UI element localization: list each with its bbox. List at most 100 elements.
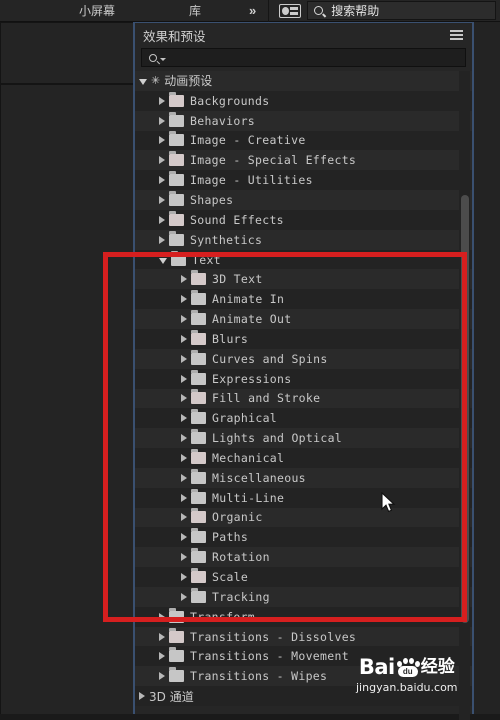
folder-icon <box>169 190 184 206</box>
folder-icon <box>169 667 184 683</box>
tree-row[interactable]: Graphical <box>135 408 472 429</box>
help-search-value: 搜索帮助 <box>331 4 380 18</box>
tree-row-label: Transitions - Wipes <box>190 669 328 684</box>
paw-icon: du <box>396 658 420 677</box>
mouse-cursor-icon <box>381 491 397 519</box>
watermark-logo: Bai du 经验 <box>356 657 458 678</box>
tree-row[interactable]: Multi-Line <box>135 487 472 508</box>
presets-tree[interactable]: ✳ 动画预设 Backgrounds Behaviors Image - Creativ… <box>135 71 472 720</box>
disclosure-triangle-closed-icon[interactable] <box>181 394 187 403</box>
workspace-small-screen-button[interactable]: 小屏幕 <box>72 0 122 22</box>
tree-row[interactable]: Transitions - Dissolves <box>135 626 472 647</box>
disclosure-triangle-closed-icon[interactable] <box>159 612 165 621</box>
tree-row[interactable]: Animate Out <box>135 309 472 329</box>
tree-row[interactable]: Animate In <box>135 289 472 310</box>
tree-row[interactable]: Organic <box>135 507 472 528</box>
disclosure-triangle-closed-icon[interactable] <box>181 573 187 582</box>
chevron-down-icon[interactable] <box>160 58 166 61</box>
folder-icon <box>191 508 206 524</box>
tree-row[interactable]: Fill and Stroke <box>135 388 472 409</box>
tree-row[interactable]: Image - Special Effects <box>135 150 472 171</box>
search-icon <box>147 51 159 64</box>
folder-icon <box>191 468 206 484</box>
disclosure-triangle-closed-icon[interactable] <box>181 473 187 482</box>
tree-row[interactable]: Paths <box>135 527 472 548</box>
tree-row-label: 3D 通道 <box>149 689 194 704</box>
tree-row[interactable]: Mechanical <box>135 448 472 468</box>
tree-row[interactable]: Blurs <box>135 328 472 349</box>
disclosure-triangle-closed-icon[interactable] <box>159 672 165 681</box>
disclosure-triangle-closed-icon[interactable] <box>159 195 165 204</box>
tree-row[interactable]: Tracking <box>135 586 472 607</box>
disclosure-triangle-closed-icon[interactable] <box>181 453 187 462</box>
disclosure-triangle-closed-icon[interactable] <box>159 652 165 661</box>
disclosure-triangle-closed-icon[interactable] <box>181 553 187 562</box>
vertical-scrollbar-track[interactable] <box>459 71 470 720</box>
workspace-switcher-icon[interactable] <box>279 3 302 18</box>
vertical-scrollbar-thumb[interactable] <box>461 195 469 623</box>
disclosure-triangle-closed-icon[interactable] <box>159 235 165 244</box>
tree-row[interactable]: 3D Text <box>135 269 472 290</box>
disclosure-triangle-closed-icon[interactable] <box>159 116 165 125</box>
tree-row[interactable]: Synthetics <box>135 229 472 250</box>
watermark-du-text: du <box>397 666 418 677</box>
tree-row[interactable]: Text <box>135 249 472 270</box>
tree-row-label: Organic <box>212 510 263 525</box>
tree-row-label: Tracking <box>212 589 270 604</box>
tree-row[interactable]: Image - Creative <box>135 130 472 151</box>
disclosure-triangle-closed-icon[interactable] <box>159 96 165 105</box>
disclosure-triangle-open-icon[interactable] <box>159 257 167 264</box>
bottom-edge-strip <box>0 714 500 720</box>
tree-row-label: Graphical <box>212 411 278 426</box>
top-toolbar: 小屏幕 库 » 搜索帮助 <box>0 0 500 22</box>
disclosure-triangle-closed-icon[interactable] <box>181 334 187 343</box>
presets-search-input[interactable] <box>141 48 466 67</box>
disclosure-triangle-closed-icon[interactable] <box>159 136 165 145</box>
tree-row[interactable]: Expressions <box>135 368 472 389</box>
disclosure-triangle-closed-icon[interactable] <box>181 414 187 423</box>
tree-row[interactable]: Behaviors <box>135 110 472 131</box>
tree-row[interactable]: Miscellaneous <box>135 467 472 488</box>
tree-row[interactable]: Transform <box>135 606 472 627</box>
disclosure-triangle-closed-icon[interactable] <box>181 533 187 542</box>
disclosure-triangle-closed-icon[interactable] <box>159 176 165 185</box>
tree-row[interactable]: Shapes <box>135 190 472 210</box>
tree-row-label: Transitions - Dissolves <box>190 629 357 644</box>
disclosure-triangle-closed-icon[interactable] <box>159 156 165 165</box>
tree-row[interactable]: Lights and Optical <box>135 428 472 449</box>
tree-row-label: Scale <box>212 570 249 585</box>
folder-icon <box>191 448 206 464</box>
watermark-brand-text: Bai <box>358 655 395 679</box>
tree-row[interactable]: Image - Utilities <box>135 170 472 191</box>
hamburger-menu-icon[interactable] <box>450 30 463 40</box>
tree-row[interactable]: Scale <box>135 567 472 587</box>
help-search-input[interactable]: 搜索帮助 <box>307 1 496 20</box>
tree-row[interactable]: Backgrounds <box>135 90 472 111</box>
disclosure-triangle-closed-icon[interactable] <box>159 215 165 224</box>
disclosure-triangle-closed-icon[interactable] <box>181 295 187 304</box>
disclosure-triangle-closed-icon[interactable] <box>181 513 187 522</box>
disclosure-triangle-closed-icon[interactable] <box>181 434 187 443</box>
folder-icon <box>191 329 206 345</box>
more-workspaces-chevron-icon[interactable]: » <box>242 0 262 22</box>
disclosure-triangle-closed-icon[interactable] <box>181 275 187 284</box>
tree-row[interactable]: Rotation <box>135 547 472 568</box>
disclosure-triangle-closed-icon[interactable] <box>181 315 187 324</box>
disclosure-triangle-open-icon[interactable] <box>139 78 147 85</box>
disclosure-triangle-closed-icon[interactable] <box>159 632 165 641</box>
tree-row-label: Animate Out <box>212 312 292 327</box>
tree-row-label: Synthetics <box>190 232 263 247</box>
disclosure-triangle-closed-icon[interactable] <box>181 592 187 601</box>
folder-icon <box>171 250 186 266</box>
disclosure-triangle-closed-icon[interactable] <box>139 692 145 701</box>
tree-row[interactable]: Sound Effects <box>135 209 472 230</box>
tree-row[interactable]: Curves and Spins <box>135 348 472 369</box>
folder-icon <box>169 151 184 167</box>
disclosure-triangle-closed-icon[interactable] <box>181 354 187 363</box>
workspace-library-button[interactable]: 库 <box>182 0 208 22</box>
folder-icon <box>169 171 184 187</box>
tree-row[interactable]: ✳ 动画预设 <box>135 71 472 91</box>
tree-row-label: Image - Special Effects <box>190 153 357 168</box>
disclosure-triangle-closed-icon[interactable] <box>181 374 187 383</box>
disclosure-triangle-closed-icon[interactable] <box>181 493 187 502</box>
